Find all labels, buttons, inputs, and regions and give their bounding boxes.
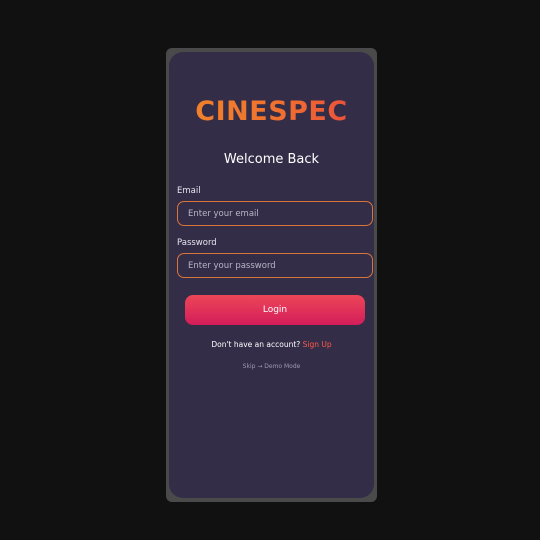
signup-prompt: Don't have an account? Sign Up — [169, 340, 374, 349]
login-screen: CINESPEC Welcome Back Email Enter your e… — [169, 52, 374, 498]
email-placeholder: Enter your email — [188, 208, 259, 219]
no-account-text: Don't have an account? — [211, 340, 301, 349]
skip-demo-link[interactable]: Skip → Demo Mode — [169, 363, 374, 370]
login-button[interactable]: Login — [185, 295, 365, 325]
email-label: Email — [177, 186, 201, 196]
app-logo: CINESPEC — [169, 96, 374, 127]
device-frame: CINESPEC Welcome Back Email Enter your e… — [166, 48, 377, 502]
password-placeholder: Enter your password — [188, 260, 276, 271]
signup-link[interactable]: Sign Up — [303, 340, 332, 349]
email-field[interactable]: Enter your email — [177, 201, 373, 226]
page-title: Welcome Back — [223, 152, 320, 167]
password-field[interactable]: Enter your password — [177, 253, 373, 278]
password-label: Password — [177, 238, 217, 248]
